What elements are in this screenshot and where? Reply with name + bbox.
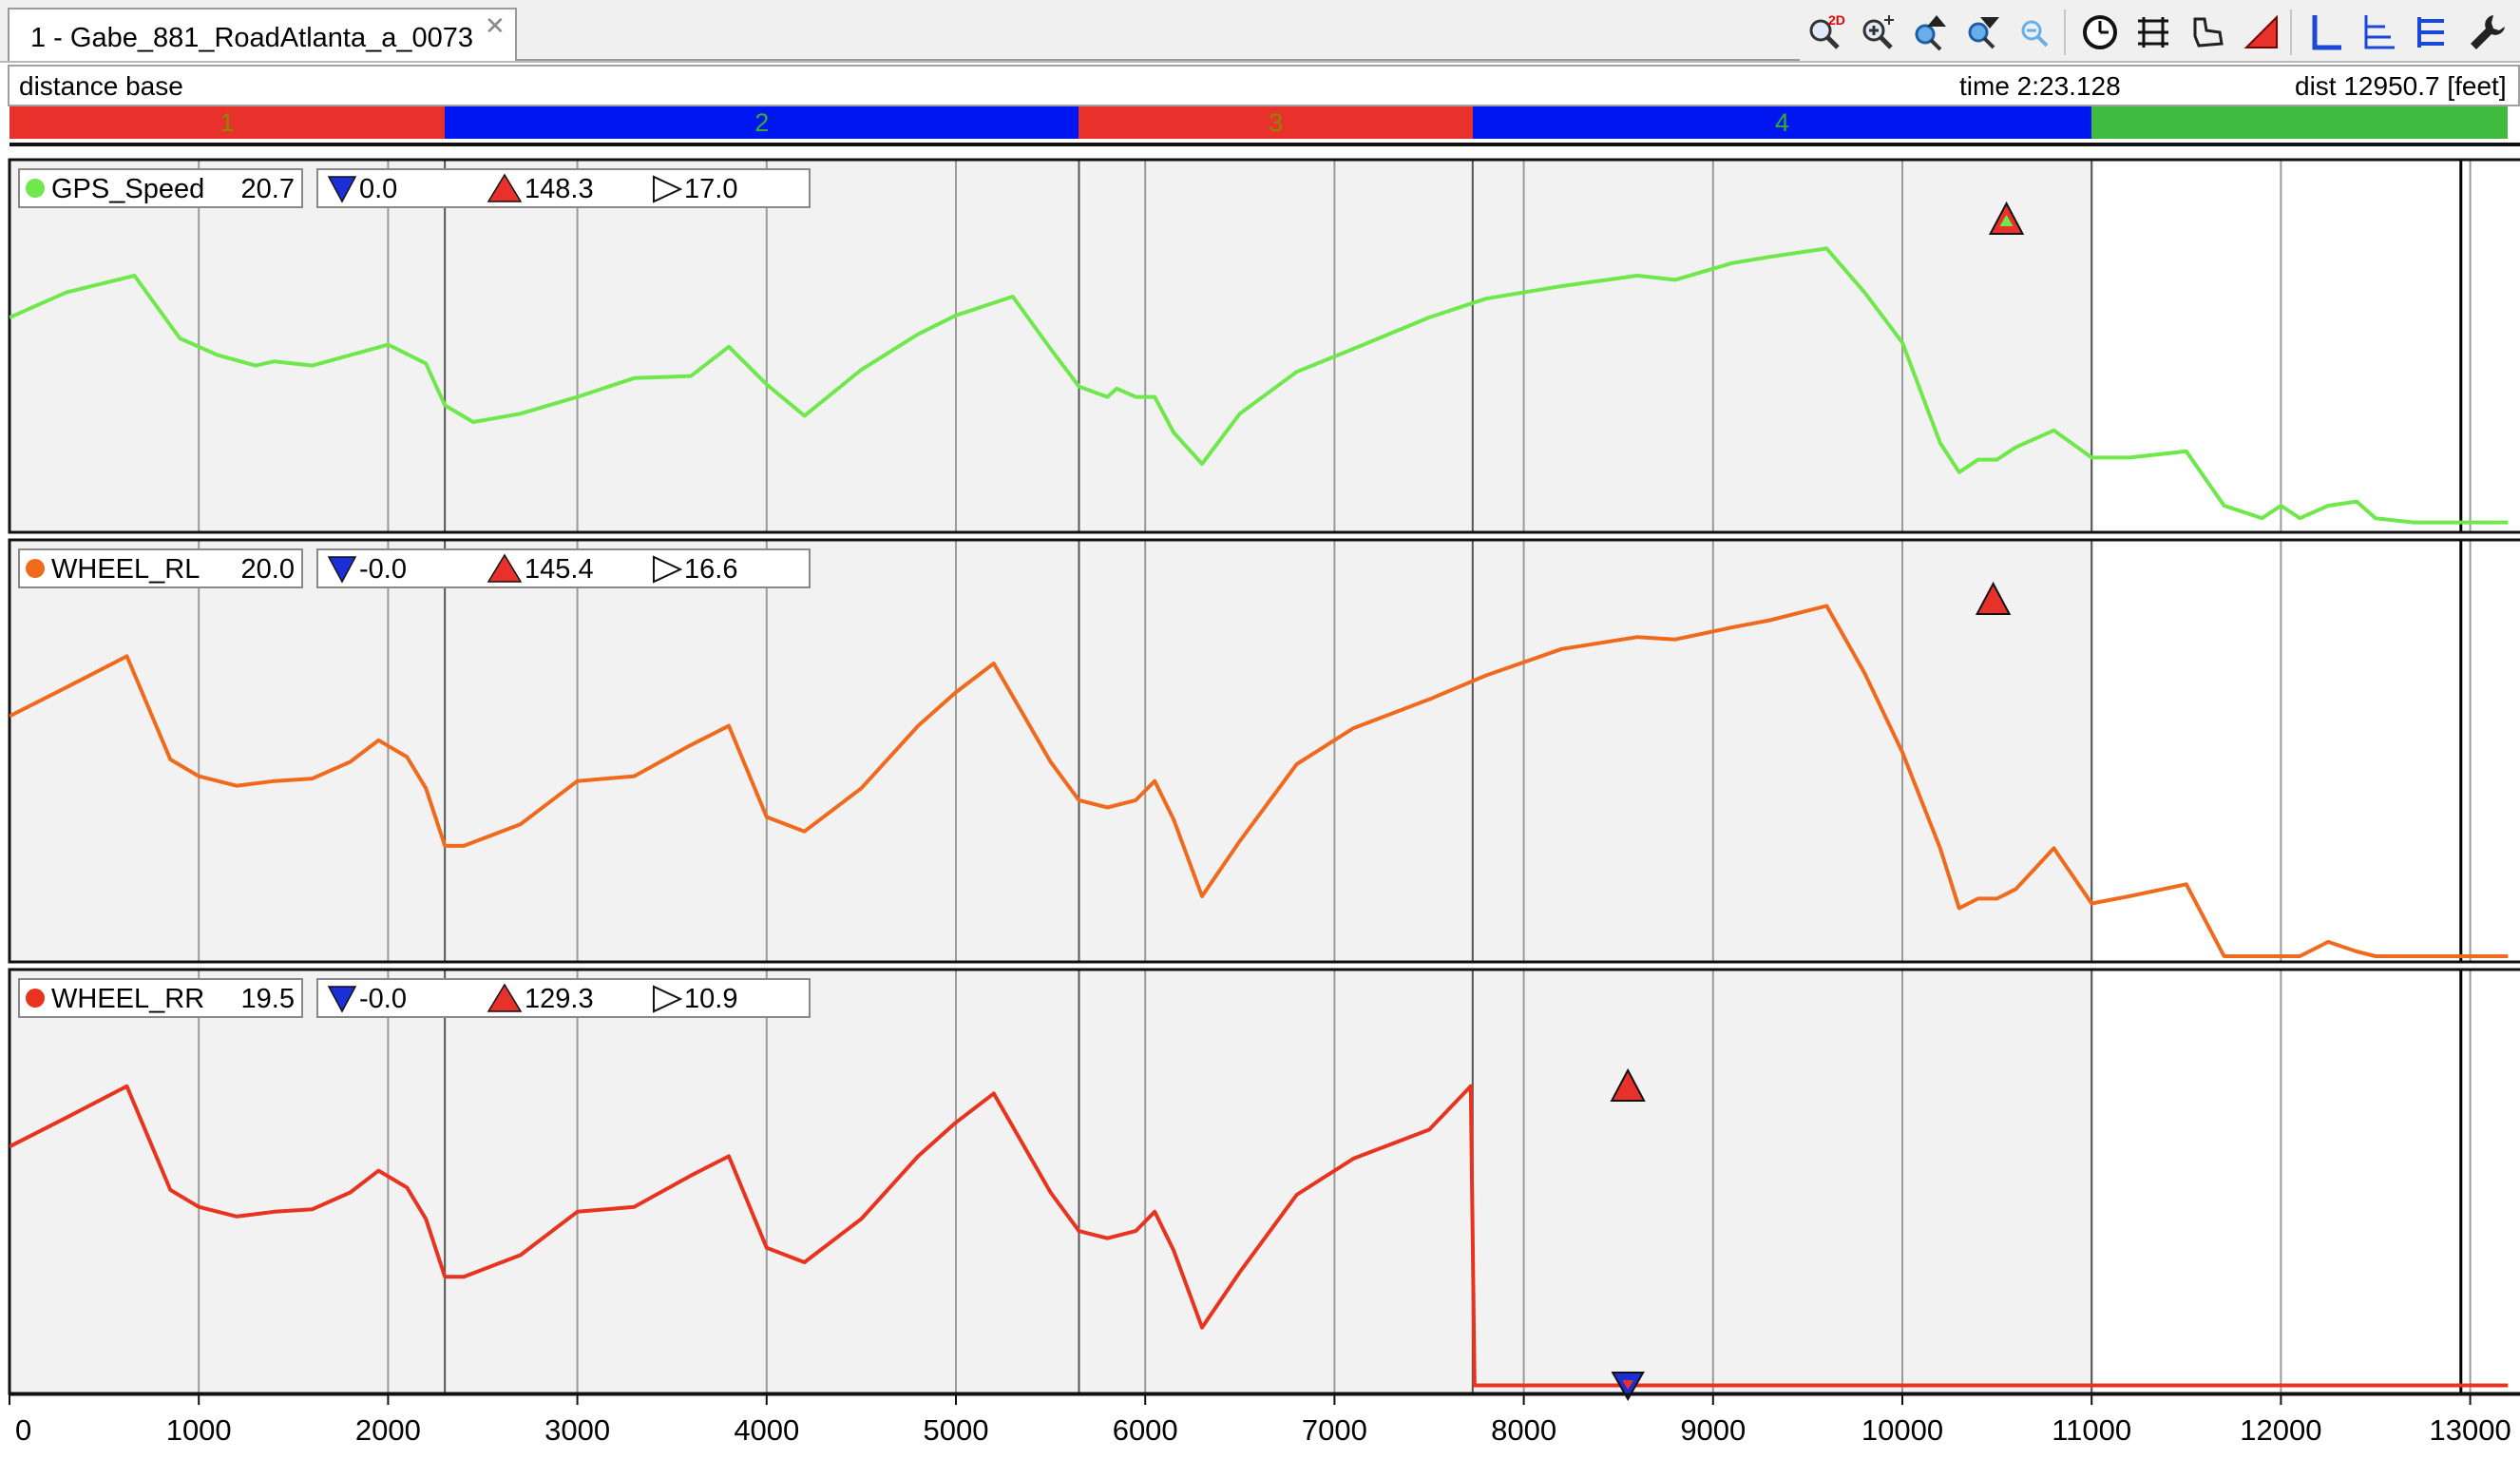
document-tab-title: 1 - Gabe_881_RoadAtlanta_a_0073 (30, 23, 473, 53)
zoom-in-icon[interactable] (1855, 10, 1900, 55)
info-row: distance base time 2:23.128 dist 12950.7… (8, 65, 2520, 106)
x-tick-label: 5000 (924, 1413, 989, 1447)
triangle-icon[interactable] (2239, 10, 2284, 55)
x-tick-label: 13000 (2429, 1413, 2510, 1447)
x-tick-label: 11000 (2052, 1413, 2131, 1447)
legend-average-value: 17.0 (684, 174, 737, 204)
section-label: 3 (1269, 108, 1284, 137)
x-tick-label: 7000 (1302, 1413, 1367, 1447)
section-segment-4[interactable]: 4 (1472, 106, 2092, 139)
close-icon[interactable]: ✕ (485, 11, 506, 41)
legend-color-dot (26, 179, 45, 198)
list-lines-icon[interactable] (2408, 10, 2453, 55)
legend-channel-name: WHEEL_RL (51, 554, 200, 585)
channel-panel-WHEEL_RR[interactable]: WHEEL_RR 19.5 -0.0 129.3 10.9 (8, 968, 2520, 1402)
legend-color-dot (26, 989, 45, 1008)
distance-readout: dist 12950.7 [feet] (2295, 71, 2507, 101)
x-tick-label: 3000 (544, 1413, 610, 1447)
panel-background-out (2091, 540, 2520, 962)
zoom-2d-icon[interactable]: 2D (1802, 10, 1847, 55)
channel-panel-WHEEL_RL[interactable]: WHEEL_RL 20.0 -0.0 145.4 16.6 (8, 538, 2520, 964)
legend-channel-name: WHEEL_RR (51, 984, 204, 1014)
toolbar-separator (2290, 10, 2292, 55)
axis-stack-icon[interactable] (2357, 10, 2402, 55)
tab-strip-line (517, 59, 1800, 61)
x-tick-label: 8000 (1491, 1413, 1556, 1447)
time-readout: time 2:23.128 (1959, 71, 2121, 101)
track-map-icon[interactable] (2186, 10, 2231, 55)
toolbar-separator (2064, 10, 2066, 55)
legend-max-value: 145.4 (525, 554, 594, 585)
x-tick-label: 6000 (1113, 1413, 1178, 1447)
legend-min-value: -0.0 (359, 984, 407, 1014)
legend-color-dot (26, 559, 45, 578)
zoom-down-icon[interactable] (1959, 10, 2005, 55)
section-segment-3[interactable]: 3 (1079, 106, 1473, 139)
legend-average-value: 10.9 (684, 984, 737, 1014)
base-mode-label: distance base (19, 71, 183, 101)
section-segment-1[interactable]: 1 (10, 106, 446, 139)
legend-max-value: 129.3 (525, 984, 594, 1014)
zoom-up-icon[interactable] (1906, 10, 1952, 55)
x-axis: 0 1000 2000 3000 4000 5000 6000 7000 8000 9000 100… (9, 1393, 2520, 1447)
x-tick-label: 0 (15, 1413, 31, 1447)
legend-max-value: 148.3 (525, 174, 594, 204)
panel-background-out (2091, 160, 2520, 532)
chart-area[interactable]: GPS_Speed 20.7 0.0 148.3 17.0 WHEEL_RL 20.0 -0.… (0, 152, 2520, 1460)
toolbar: 1 - Gabe_881_RoadAtlanta_a_0073 ✕ 2D (0, 0, 2520, 63)
panel-background (10, 970, 2092, 1393)
x-tick-label: 10000 (1861, 1413, 1943, 1447)
axis-l-icon[interactable] (2303, 10, 2349, 55)
legend-channel-value: 20.7 (241, 174, 295, 204)
chart-svg[interactable]: GPS_Speed 20.7 0.0 148.3 17.0 WHEEL_RL 20.0 -0.… (0, 152, 2520, 1460)
channel-legend-GPS_Speed[interactable]: GPS_Speed 20.7 0.0 148.3 17.0 (18, 168, 811, 208)
section-label: 1 (220, 108, 235, 137)
legend-average-value: 16.6 (684, 554, 737, 585)
panel-background (10, 540, 2092, 962)
section-label: 4 (1774, 108, 1790, 137)
section-label: 2 (754, 108, 770, 137)
section-segment-end[interactable] (2091, 106, 2509, 139)
section-bar[interactable]: 1 2 3 4 (10, 106, 2520, 139)
x-tick-label: 12000 (2240, 1413, 2321, 1447)
zoom-out-icon[interactable] (2013, 10, 2058, 55)
x-tick-label: 1000 (166, 1413, 232, 1447)
x-tick-label: 2000 (355, 1413, 421, 1447)
legend-channel-value: 20.0 (241, 554, 295, 585)
x-tick-label: 9000 (1680, 1413, 1746, 1447)
x-tick-label: 4000 (734, 1413, 799, 1447)
panel-background-out (2091, 970, 2520, 1393)
channel-legend-WHEEL_RR[interactable]: WHEEL_RR 19.5 -0.0 129.3 10.9 (18, 978, 811, 1018)
section-segment-2[interactable]: 2 (445, 106, 1079, 139)
svg-text:2D: 2D (1828, 12, 1845, 28)
ruler-icon[interactable] (2130, 10, 2176, 55)
legend-min-value: -0.0 (359, 554, 407, 585)
clock-icon[interactable] (2077, 10, 2123, 55)
legend-min-value: 0.0 (359, 174, 397, 204)
section-bar-underline (10, 143, 2520, 146)
legend-channel-value: 19.5 (241, 984, 295, 1014)
channel-panel-GPS_Speed[interactable]: GPS_Speed 20.7 0.0 148.3 17.0 (8, 158, 2520, 534)
channel-legend-WHEEL_RL[interactable]: WHEEL_RL 20.0 -0.0 145.4 16.6 (18, 548, 811, 588)
wrench-icon[interactable] (2465, 10, 2510, 55)
document-tab[interactable]: 1 - Gabe_881_RoadAtlanta_a_0073 ✕ (8, 8, 517, 61)
legend-channel-name: GPS_Speed (51, 174, 204, 204)
